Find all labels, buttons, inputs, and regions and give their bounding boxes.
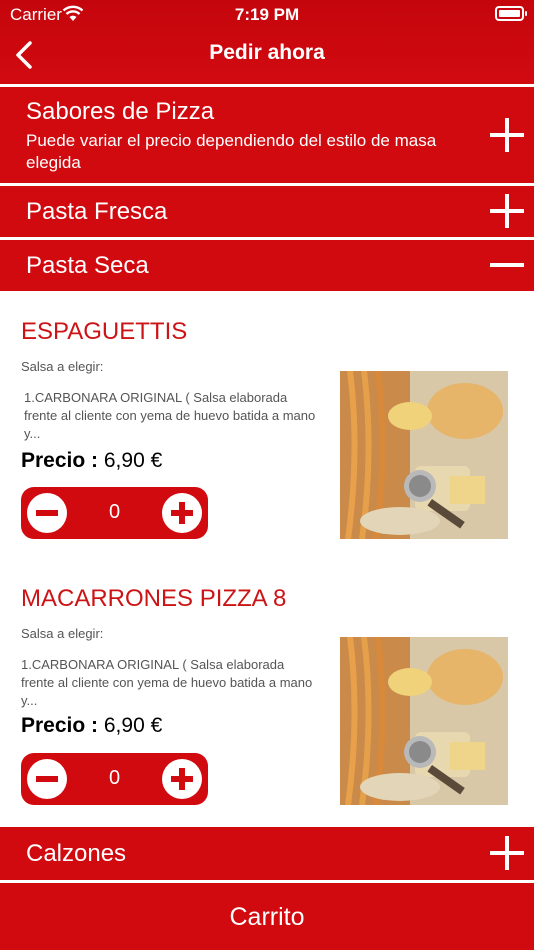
section-title: Sabores de Pizza — [26, 98, 215, 125]
section-pasta-seca[interactable]: Pasta Seca — [0, 240, 534, 291]
plus-icon[interactable] — [490, 836, 524, 870]
plus-icon[interactable] — [490, 194, 524, 228]
quantity-stepper: 0 — [21, 487, 208, 539]
section-calzones[interactable]: Calzones — [0, 827, 534, 880]
product-label: Salsa a elegir: — [21, 626, 104, 641]
price-value: 6,90 € — [103, 714, 163, 737]
section-sabores-de-pizza[interactable]: Sabores de Pizza Puede variar el precio … — [0, 87, 534, 183]
price-value: 6,90 € — [103, 449, 163, 472]
increase-button[interactable] — [162, 759, 202, 799]
section-subtitle: Puede variar el precio dependiendo del e… — [26, 131, 437, 172]
battery-icon — [495, 6, 527, 21]
plus-icon[interactable] — [490, 118, 524, 152]
section-pasta-fresca[interactable]: Pasta Fresca — [0, 186, 534, 237]
navigation-bar: Carrier 7:19 PM Pedir ahora — [0, 0, 534, 84]
cart-button[interactable]: Carrito — [0, 883, 534, 950]
clock: 7:19 PM — [234, 5, 300, 24]
status-bar: Carrier 7:19 PM — [0, 0, 534, 28]
cart-label: Carrito — [229, 903, 305, 931]
product-card: ESPAGUETTIS Salsa a elegir: 1.CARBONARA … — [0, 291, 534, 556]
page-title: Pedir ahora — [209, 41, 325, 64]
product-name: MACARRONES PIZZA 8 — [21, 585, 287, 612]
quantity-stepper: 0 — [21, 753, 208, 805]
section-title: Pasta Fresca — [26, 198, 168, 225]
price-label: Precio : — [21, 449, 99, 472]
product-description: 1.CARBONARA ORIGINAL ( Salsa elaborada f… — [21, 657, 313, 708]
product-image — [340, 637, 508, 805]
increase-button[interactable] — [162, 493, 202, 533]
minus-icon[interactable] — [490, 248, 524, 282]
product-price: Precio : 6,90 € — [21, 449, 162, 473]
product-label: Salsa a elegir: — [21, 359, 104, 374]
product-name: ESPAGUETTIS — [21, 318, 188, 345]
section-title: Calzones — [26, 840, 127, 867]
product-image — [340, 371, 508, 539]
product-price: Precio : 6,90 € — [21, 714, 162, 738]
product-card: MACARRONES PIZZA 8 Salsa a elegir: 1.CAR… — [0, 556, 534, 826]
section-title: Pasta Seca — [26, 252, 149, 279]
price-label: Precio : — [21, 714, 99, 737]
product-description: 1.CARBONARA ORIGINAL ( Salsa elaborada f… — [24, 390, 316, 441]
